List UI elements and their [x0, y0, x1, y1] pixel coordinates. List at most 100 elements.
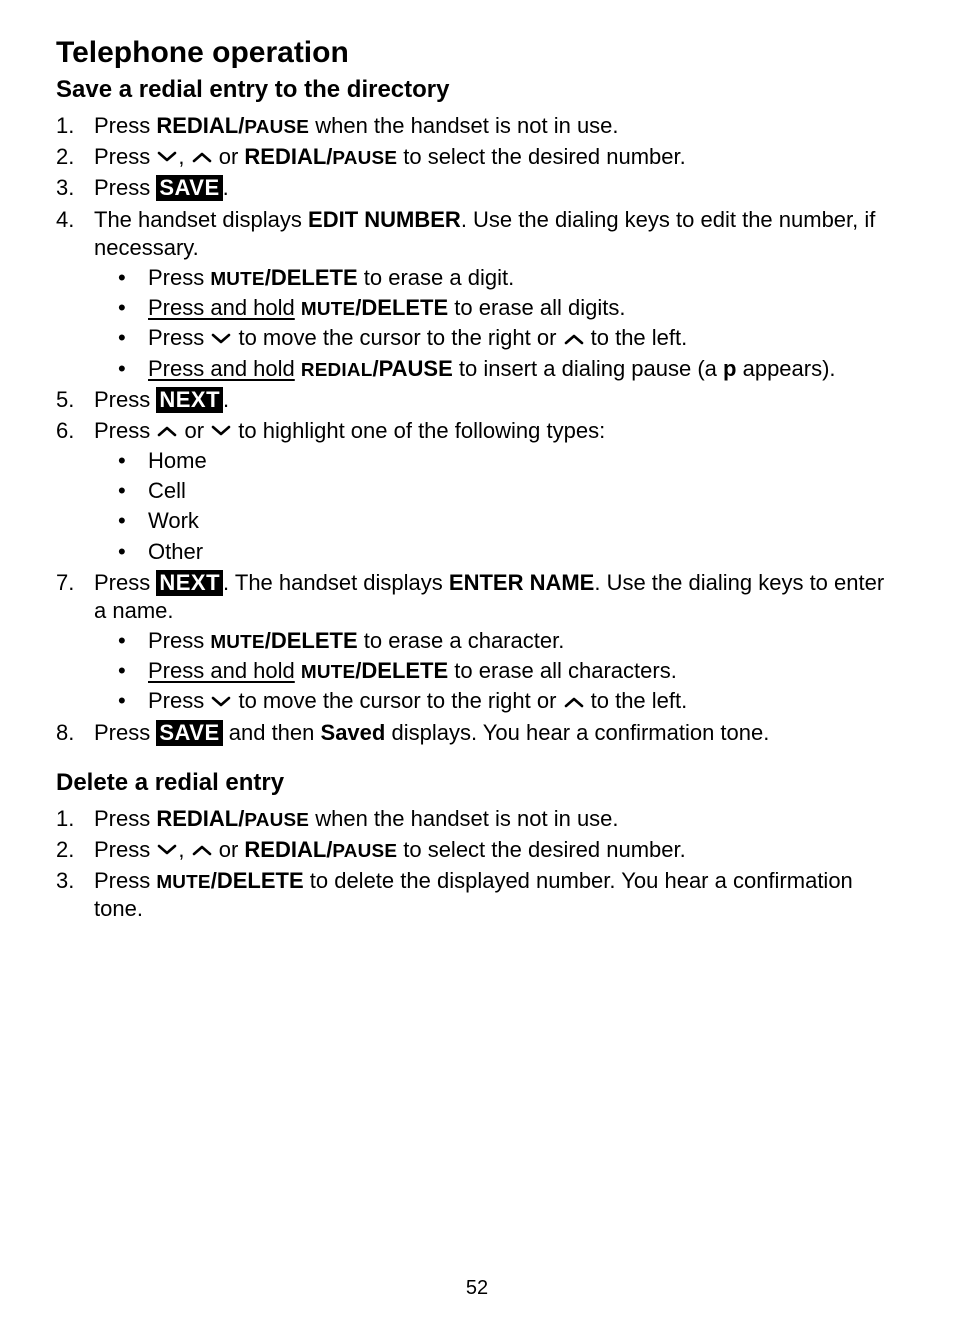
sub-item: Home [112, 447, 898, 475]
text: Cell [148, 478, 186, 503]
delete-label: /DELETE [265, 628, 358, 653]
pause-label: PAUSE [244, 810, 309, 831]
text: or [213, 144, 245, 169]
sub-item: Work [112, 507, 898, 535]
step-3: Press MUTE/DELETE to delete the displaye… [56, 867, 898, 923]
text: , [178, 837, 190, 862]
text: Press [94, 387, 156, 412]
text: when the handset is not in use. [309, 806, 618, 831]
pause-label: PAUSE [244, 117, 309, 138]
step-6: Press or to highlight one of the followi… [56, 417, 898, 566]
sub-item: Cell [112, 477, 898, 505]
delete-label: /DELETE [355, 658, 448, 683]
text: Press [94, 837, 156, 862]
text: to erase all digits. [448, 295, 625, 320]
step-5: Press NEXT. [56, 386, 898, 414]
text: to erase all characters. [448, 658, 677, 683]
press-and-hold: Press and hold [148, 295, 295, 320]
text: to erase a digit. [358, 265, 515, 290]
text: Press [94, 720, 156, 745]
text: or [178, 418, 210, 443]
sub-item: Press MUTE/DELETE to erase a digit. [112, 264, 898, 292]
text: Press [148, 688, 210, 713]
text: to select the desired number. [397, 144, 686, 169]
page-container: Telephone operation Save a redial entry … [0, 0, 954, 1336]
text: Press [94, 806, 156, 831]
text: Home [148, 448, 207, 473]
mute-label: MUTE [156, 872, 210, 893]
page-title: Telephone operation [56, 36, 898, 70]
step-8: Press SAVE and then Saved displays. You … [56, 719, 898, 747]
page-number: 52 [0, 1277, 954, 1300]
redial-label: REDIAL/ [156, 806, 244, 831]
p-label: p [723, 356, 736, 381]
sub-item: Press to move the cursor to the right or… [112, 324, 898, 352]
chevron-down-icon [156, 142, 178, 170]
chevron-up-icon [563, 323, 585, 351]
steps-list-section1: Press REDIAL/PAUSE when the handset is n… [56, 112, 898, 747]
text: Press [94, 570, 156, 595]
save-key: SAVE [156, 175, 222, 201]
save-key: SAVE [156, 720, 222, 746]
delete-label: /DELETE [265, 265, 358, 290]
sub-item: Press and hold REDIAL/PAUSE to insert a … [112, 355, 898, 383]
chevron-down-icon [210, 686, 232, 714]
text: to insert a dialing pause (a [453, 356, 723, 381]
text: to select the desired number. [397, 837, 686, 862]
sub-list: Home Cell Work Other [112, 447, 898, 566]
chevron-down-icon [210, 323, 232, 351]
mute-label: MUTE [210, 632, 264, 653]
text: Press [94, 175, 156, 200]
text: Press [94, 113, 156, 138]
text: and then [223, 720, 321, 745]
pause-label: /PAUSE [372, 356, 452, 381]
edit-number-label: EDIT NUMBER [308, 207, 461, 232]
text: displays. You hear a confirmation tone. [385, 720, 769, 745]
sub-item: Press MUTE/DELETE to erase a character. [112, 627, 898, 655]
saved-label: Saved [321, 720, 386, 745]
text: to highlight one of the following types: [232, 418, 605, 443]
mute-label: MUTE [210, 269, 264, 290]
text: Press [94, 144, 156, 169]
text: to the left. [585, 325, 688, 350]
text: to the left. [585, 688, 688, 713]
redial-label: REDIAL/ [244, 837, 332, 862]
step-1: Press REDIAL/PAUSE when the handset is n… [56, 112, 898, 140]
text: . [223, 175, 229, 200]
step-4: The handset displays EDIT NUMBER. Use th… [56, 206, 898, 383]
sub-item: Press to move the cursor to the right or… [112, 687, 898, 715]
text: or [213, 837, 245, 862]
pause-label: PAUSE [332, 841, 397, 862]
text: Press [148, 265, 210, 290]
step-3: Press SAVE. [56, 174, 898, 202]
section-heading-save-redial: Save a redial entry to the directory [56, 76, 898, 104]
text: to erase a character. [358, 628, 565, 653]
text: Press [148, 325, 210, 350]
redial-label: REDIAL/ [244, 144, 332, 169]
chevron-down-icon [210, 416, 232, 444]
sub-item: Press and hold MUTE/DELETE to erase all … [112, 294, 898, 322]
delete-label: /DELETE [211, 868, 304, 893]
step-7: Press NEXT. The handset displays ENTER N… [56, 569, 898, 716]
chevron-up-icon [191, 835, 213, 863]
chevron-up-icon [156, 416, 178, 444]
text: Press [94, 418, 156, 443]
text: , [178, 144, 190, 169]
enter-name-label: ENTER NAME [449, 570, 594, 595]
sub-item: Other [112, 538, 898, 566]
text: Work [148, 508, 199, 533]
text: The handset displays [94, 207, 308, 232]
text: Press [148, 628, 210, 653]
mute-label: MUTE [301, 299, 355, 320]
text: Other [148, 539, 203, 564]
text: Press [94, 868, 156, 893]
redial-label: REDIAL/ [156, 113, 244, 138]
chevron-up-icon [563, 686, 585, 714]
chevron-up-icon [191, 142, 213, 170]
sub-list: Press MUTE/DELETE to erase a digit. Pres… [112, 264, 898, 383]
redial-label: REDIAL [301, 360, 373, 381]
press-and-hold: Press and hold [148, 658, 295, 683]
step-1: Press REDIAL/PAUSE when the handset is n… [56, 805, 898, 833]
step-2: Press , or REDIAL/PAUSE to select the de… [56, 836, 898, 864]
text: to move the cursor to the right or [232, 688, 562, 713]
